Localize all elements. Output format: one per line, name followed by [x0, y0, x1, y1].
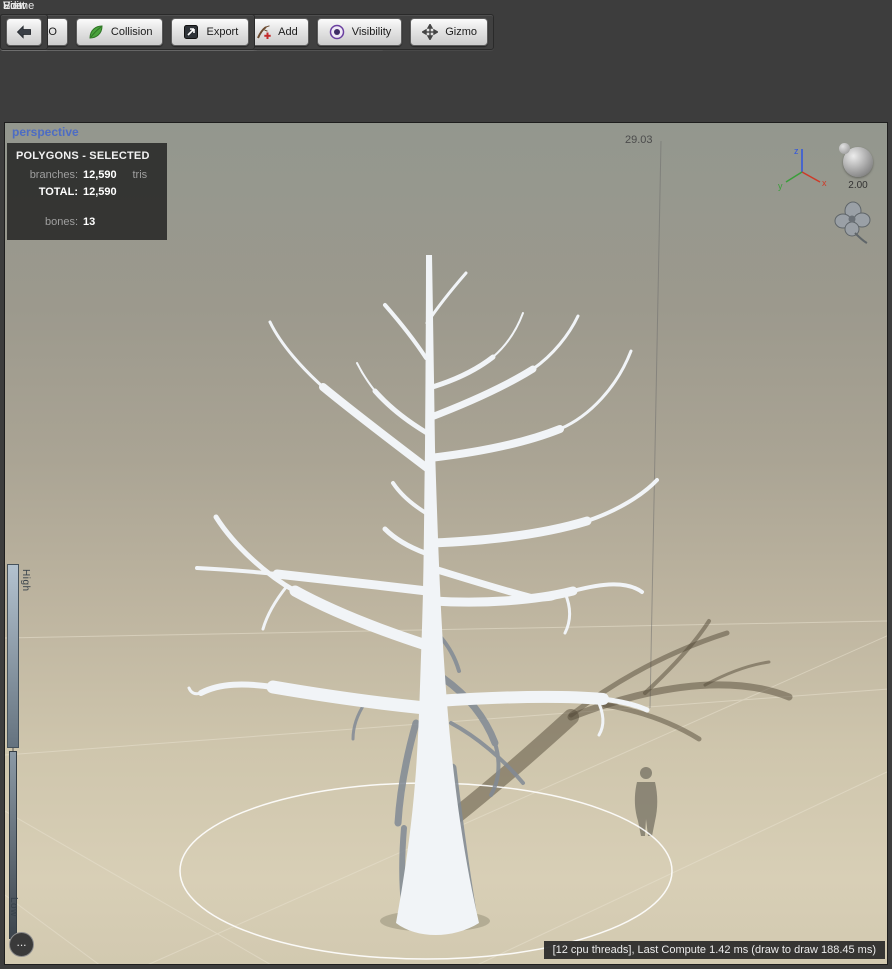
status-bar: [12 cpu threads], Last Compute 1.42 ms (… [543, 941, 885, 959]
height-measurement-label: 29.03 [625, 134, 653, 146]
polygon-stats-panel: POLYGONS - SELECTED branches: 12,590 tri… [7, 143, 167, 240]
collision-button-label: Collision [110, 26, 153, 38]
camera-mode-label[interactable]: perspective [12, 125, 79, 139]
move-arrows-icon [421, 24, 439, 40]
leaf-icon [87, 24, 105, 40]
blossom-gizmo[interactable] [831, 199, 875, 247]
scene-canvas [5, 140, 887, 964]
add-button-label: Add [278, 26, 298, 38]
axis-y-label: y [778, 181, 783, 191]
purple-eye-icon [328, 24, 346, 40]
axis-z-label: z [794, 146, 799, 156]
status-bar-text: [12 cpu threads], Last Compute 1.42 ms (… [552, 944, 876, 956]
axis-x-label: x [822, 178, 827, 188]
overflow-button[interactable]: ... [9, 932, 34, 957]
stats-title: POLYGONS - SELECTED [16, 150, 150, 162]
tree-model[interactable] [187, 255, 659, 935]
viewport-3d[interactable]: perspective POLYGONS - SELECTED branches… [4, 122, 888, 965]
export-button-label: Export [206, 26, 239, 38]
slider-low-label: Low [8, 897, 19, 917]
export-icon [182, 24, 200, 40]
slider-high-label: High [20, 569, 31, 592]
gizmo-button-label: Gizmo [445, 26, 478, 38]
back-arrow-icon [15, 23, 33, 41]
export-button[interactable]: Export [171, 18, 250, 46]
back-button[interactable] [6, 18, 42, 46]
stats-row-bones: bones: 13 [44, 216, 96, 228]
visibility-button-label: Visibility [351, 26, 392, 38]
app-window: View Render Show Zoom Scen [0, 0, 892, 969]
toolbar-group-back [0, 0, 48, 50]
stats-row-total: TOTAL: 12,590 [38, 185, 117, 198]
gizmo-button[interactable]: Gizmo [410, 18, 489, 46]
detail-slider-high-handle[interactable] [7, 564, 19, 748]
axis-gizmo[interactable]: z x y [775, 141, 829, 195]
sphere-scale-value: 2.00 [848, 180, 868, 191]
sphere-gizmo-knob[interactable] [839, 143, 850, 154]
stats-row-branches: branches: 12,590 tris [29, 169, 148, 181]
group-label-back [3, 0, 48, 12]
visibility-button[interactable]: Visibility [316, 18, 403, 46]
sphere-gizmo[interactable] [839, 143, 873, 177]
measure-line [649, 140, 662, 709]
collision-button[interactable]: Collision [75, 18, 164, 46]
branch-plus-icon [254, 24, 272, 40]
